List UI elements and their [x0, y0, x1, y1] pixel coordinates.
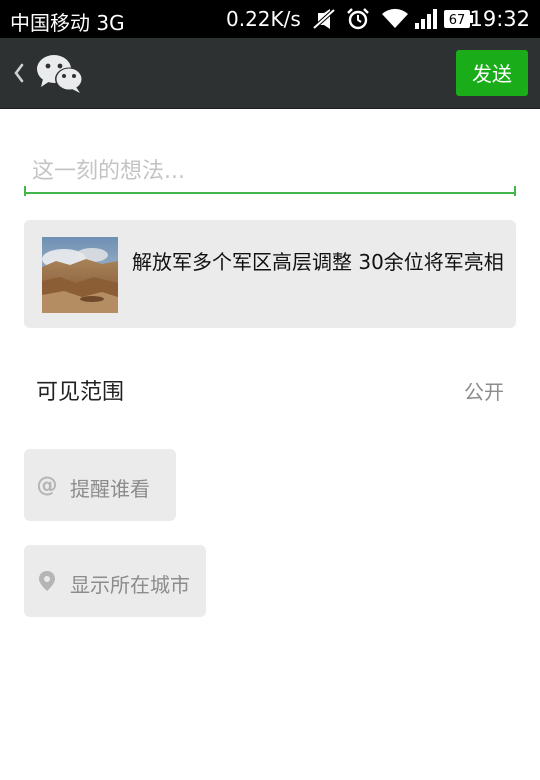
remind-who-button[interactable]: @ 提醒谁看 — [24, 449, 176, 521]
input-underline-edge — [514, 186, 516, 196]
link-thumbnail — [42, 237, 118, 313]
signal-icon — [415, 9, 437, 29]
wifi-icon — [382, 8, 408, 28]
visibility-row[interactable]: 可见范围 公开 — [24, 362, 516, 416]
svg-text:@: @ — [37, 473, 58, 497]
remind-who-label: 提醒谁看 — [70, 477, 150, 501]
at-icon: @ — [37, 473, 58, 497]
shared-link-card[interactable]: 解放军多个军区高层调整 30余位将军亮相 — [24, 220, 516, 328]
mute-icon — [312, 8, 336, 30]
action-bar: 发送 — [0, 38, 540, 109]
network-speed: 0.22K/s — [226, 7, 301, 31]
status-bar: 中国移动 3G 0.22K/s 67 19:32 — [0, 0, 540, 38]
location-pin-icon — [39, 571, 55, 591]
carrier-name: 中国移动 3G — [10, 11, 125, 35]
send-button[interactable]: 发送 — [456, 50, 528, 96]
visibility-label: 可见范围 — [36, 380, 125, 405]
show-city-button[interactable]: 显示所在城市 — [24, 545, 206, 617]
visibility-value: 公开 — [464, 380, 504, 404]
wechat-logo-icon — [37, 55, 83, 93]
alarm-icon — [347, 8, 369, 30]
link-title: 解放军多个军区高层调整 30余位将军亮相 — [132, 250, 504, 274]
battery-level: 67 — [449, 13, 466, 28]
input-underline-edge — [24, 186, 26, 196]
chevron-left-icon[interactable] — [10, 60, 28, 86]
thought-input[interactable] — [24, 150, 516, 194]
clock: 19:32 — [469, 7, 530, 31]
show-city-label: 显示所在城市 — [70, 573, 190, 597]
